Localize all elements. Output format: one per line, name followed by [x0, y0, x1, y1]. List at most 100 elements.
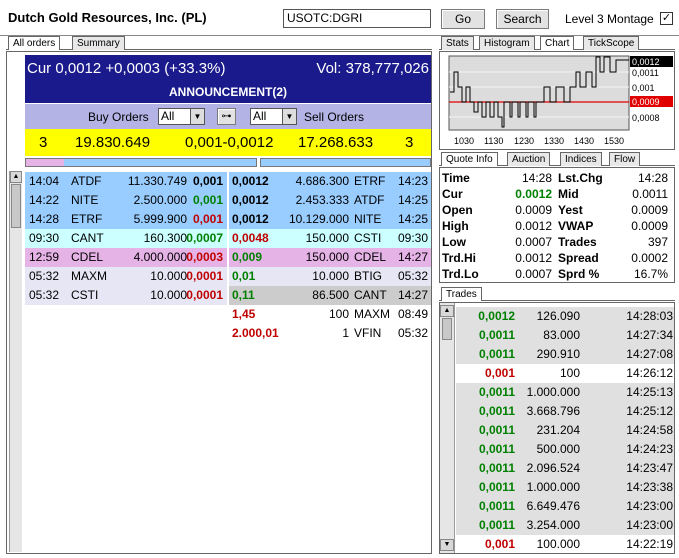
trade-row[interactable]: 0,0011 2.096.524 14:23:47: [456, 459, 674, 478]
buy-order-row[interactable]: 05:32 MAXM 10.000 0,0001: [25, 267, 227, 286]
tab-auction[interactable]: Auction: [507, 152, 551, 166]
trade-row[interactable]: 0,0011 6.649.476 14:23:00: [456, 497, 674, 516]
quote-row: Cur 0.0012 Mid 0.0011: [440, 186, 674, 202]
market-maker: NITE: [71, 193, 99, 207]
scroll-down-icon[interactable]: ▼: [440, 539, 454, 551]
buy-order-row[interactable]: 14:22 NITE 2.500.000 0,001: [25, 191, 227, 210]
trade-row[interactable]: 0,0011 3.668.796 14:25:12: [456, 402, 674, 421]
market-maker: CSTI: [71, 288, 99, 302]
trade-size: 3.254.000: [526, 518, 580, 532]
trade-row[interactable]: 0,0011 3.254.000 14:23:00: [456, 516, 674, 535]
buy-order-row[interactable]: 14:28 ETRF 5.999.900 0,001: [25, 210, 227, 229]
sell-order-row[interactable]: 0,0012 10.129.000 NITE 14:25: [229, 210, 431, 229]
sell-level-bar: [260, 158, 431, 167]
order-size: 10.129.000: [288, 212, 349, 226]
order-time: 14:25: [397, 212, 428, 226]
trade-row[interactable]: 0,0012 126.090 14:28:03: [456, 307, 674, 326]
scroll-up-icon[interactable]: ▲: [10, 171, 22, 183]
security-title: Dutch Gold Resources, Inc. (PL): [8, 10, 207, 25]
sell-order-row[interactable]: 0,0048 150.000 CSTI 09:30: [229, 229, 431, 248]
tab-histogram[interactable]: Histogram: [479, 36, 535, 50]
trade-row[interactable]: 0,0011 231.204 14:24:58: [456, 421, 674, 440]
buy-orders-label: Buy Orders: [88, 110, 149, 124]
quote-value: 397: [647, 235, 668, 249]
sell-order-row[interactable]: 0,0012 4.686.300 ETRF 14:23: [229, 172, 431, 191]
quote-label: Mid: [558, 187, 579, 201]
montage-checkbox[interactable]: ✓: [660, 12, 673, 25]
trade-row[interactable]: 0,0011 290.910 14:27:08: [456, 345, 674, 364]
tab-all-orders[interactable]: All orders: [8, 36, 61, 50]
tab-summary[interactable]: Summary: [72, 36, 125, 50]
tab-trades[interactable]: Trades: [441, 287, 482, 301]
link-icon[interactable]: ⊶: [217, 108, 236, 125]
trade-size: 231.204: [536, 423, 580, 437]
buy-order-row[interactable]: 09:30 CANT 160.300 0,0007: [25, 229, 227, 248]
trade-time: 14:26:12: [626, 366, 673, 380]
sell-order-row[interactable]: 1,45 100 MAXM 08:49: [229, 305, 431, 324]
volume: Vol: 378,777,026: [316, 60, 429, 77]
trade-row[interactable]: 0,001 100 14:26:12: [456, 364, 674, 383]
trade-row[interactable]: 0,001 100.000 14:22:19: [456, 535, 674, 553]
quote-value: 0.0002: [631, 251, 668, 265]
buy-filter-select[interactable]: All ▼: [158, 108, 205, 125]
quote-label: Low: [442, 235, 466, 249]
quote-value: 0.0007: [515, 235, 552, 249]
sell-order-row[interactable]: 0,11 86.500 CANT 14:27: [229, 286, 431, 305]
scroll-thumb[interactable]: [11, 184, 21, 228]
buy-order-row[interactable]: 14:04 ATDF 11.330.749 0,001: [25, 172, 227, 191]
trade-time: 14:27:08: [626, 347, 673, 361]
symbol-input[interactable]: USOTC:DGRI: [283, 9, 431, 28]
price-label-1: 0,0011: [632, 68, 659, 78]
announcement-link[interactable]: ANNOUNCEMENT(2): [25, 85, 431, 99]
buy-level-bar: [25, 158, 257, 167]
trade-time: 14:28:03: [626, 309, 673, 323]
trade-price: 0,0011: [478, 518, 515, 532]
trades-scrollbar[interactable]: ▲ ▼: [440, 303, 455, 553]
trade-time: 14:25:13: [626, 385, 673, 399]
mini-chart-panel: 0,0012 0,0011 0,001 0,0009 0,0008 1030 1…: [439, 51, 675, 150]
trade-row[interactable]: 0,0011 83.000 14:27:34: [456, 326, 674, 345]
time-label-3: 1330: [544, 136, 564, 146]
search-button[interactable]: Search: [496, 9, 549, 29]
tab-indices[interactable]: Indices: [560, 152, 602, 166]
order-time: 05:32: [29, 269, 60, 283]
trades-tab-strip: Trades: [439, 287, 675, 302]
quote-row: High 0.0012 VWAP 0.0009: [440, 218, 674, 234]
tab-flow[interactable]: Flow: [609, 152, 641, 166]
left-tab-strip: All orders Summary: [6, 36, 432, 51]
market-maker: CSTI: [354, 231, 382, 245]
scroll-up-icon[interactable]: ▲: [440, 305, 454, 317]
go-button[interactable]: Go: [441, 9, 485, 29]
order-price: 2.000,01: [232, 326, 279, 340]
sell-order-row[interactable]: 0,009 150.000 CDEL 14:27: [229, 248, 431, 267]
quote-label: Trd.Lo: [442, 267, 479, 281]
trade-row[interactable]: 0,0011 1.000.000 14:25:13: [456, 383, 674, 402]
buy-order-row[interactable]: 12:59 CDEL 4.000.000 0,0003: [25, 248, 227, 267]
tab-chart[interactable]: Chart: [540, 36, 575, 50]
trade-size: 3.668.796: [526, 404, 580, 418]
quote-row: Time 14:28 Lst.Chg 14:28: [440, 170, 674, 186]
trade-price: 0,0011: [478, 442, 515, 456]
order-size: 10.000: [312, 269, 349, 283]
sell-order-row[interactable]: 0,0012 2.453.333 ATDF 14:25: [229, 191, 431, 210]
trade-time: 14:23:38: [626, 480, 673, 494]
order-book-scrollbar[interactable]: ▲: [9, 171, 22, 552]
scroll-thumb[interactable]: [442, 318, 452, 340]
sell-order-row[interactable]: 0,01 10.000 BTIG 05:32: [229, 267, 431, 286]
market-maker: VFIN: [354, 326, 382, 340]
trade-price: 0,001: [484, 366, 515, 380]
tab-quote-info[interactable]: Quote Info: [441, 152, 498, 166]
buy-order-row[interactable]: 05:32 CSTI 10.000 0,0001: [25, 286, 227, 305]
tab-tickscope[interactable]: TickScope: [583, 36, 640, 50]
trade-price: 0,0011: [478, 347, 515, 361]
quote-label: Yest: [558, 203, 583, 217]
sell-order-row[interactable]: 2.000,01 1 VFIN 05:32: [229, 324, 431, 343]
sell-filter-select[interactable]: All ▼: [250, 108, 297, 125]
trade-row[interactable]: 0,0011 1.000.000 14:23:38: [456, 478, 674, 497]
order-size: 160.300: [143, 231, 187, 245]
order-size: 86.500: [312, 288, 349, 302]
trade-time: 14:23:00: [626, 518, 673, 532]
tab-stats[interactable]: Stats: [441, 36, 474, 50]
quote-label: Trades: [558, 235, 597, 249]
trade-row[interactable]: 0,0011 500.000 14:24:23: [456, 440, 674, 459]
